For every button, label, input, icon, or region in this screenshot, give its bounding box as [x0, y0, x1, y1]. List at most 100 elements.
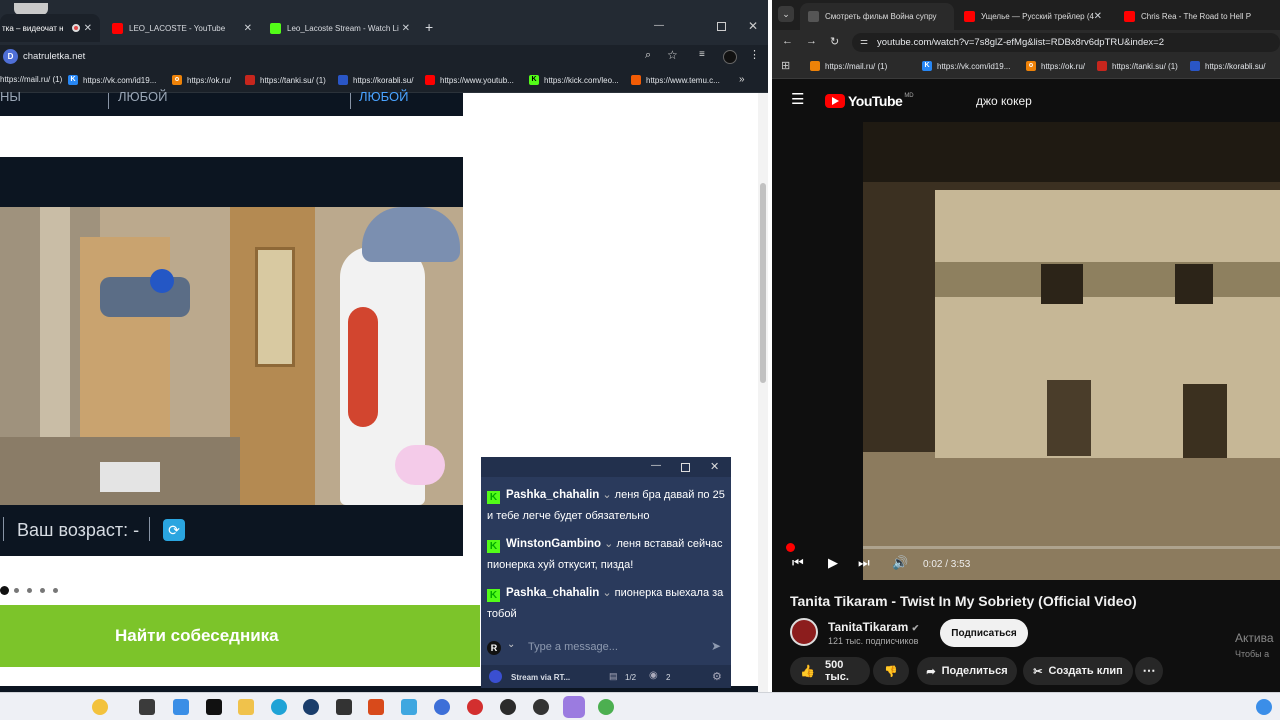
copilot-icon[interactable]	[173, 699, 189, 715]
bookmark-mail[interactable]: https://mail.ru/ (1)	[810, 61, 887, 71]
bookmark-korabli[interactable]: https://korabli.su/	[338, 75, 413, 85]
tab-leo-youtube[interactable]: LEO_LACOSTE - YouTube ✕	[108, 14, 260, 42]
chat-username[interactable]: WinstonGambino	[506, 538, 601, 550]
back-icon[interactable]: ←	[782, 35, 793, 47]
progress-track[interactable]	[863, 546, 1280, 549]
bookmark-ok[interactable]: o https://ok.ru/	[172, 75, 231, 85]
chrome-icon[interactable]	[533, 699, 549, 715]
chat-input[interactable]: Type a message...	[528, 641, 618, 653]
share-button[interactable]: ➦ Поделиться	[917, 657, 1017, 685]
layers-icon[interactable]: ▤	[609, 671, 618, 682]
app-icon[interactable]	[336, 699, 352, 715]
maximize-button[interactable]	[717, 22, 726, 31]
task-view-icon[interactable]	[139, 699, 155, 715]
chat-username[interactable]: Pashka_chahalin	[506, 489, 599, 501]
gear-icon[interactable]: ⚙	[712, 670, 722, 683]
tab-leo-kick[interactable]: Leo_Lacoste Stream - Watch Li ✕	[266, 14, 418, 42]
steam-icon[interactable]	[303, 699, 319, 715]
tab-search-button[interactable]: ⌄	[778, 6, 794, 22]
bookmark-youtube[interactable]: https://www.youtub...	[425, 75, 514, 85]
chat-username[interactable]: Pashka_chahalin	[506, 587, 599, 599]
chevron-down-icon[interactable]: ⌄	[604, 538, 613, 550]
progress-handle[interactable]	[786, 543, 795, 552]
filter-age[interactable]: ЛЮБОЙ	[118, 89, 168, 104]
platform-icon[interactable]: R	[487, 641, 501, 655]
minimize-button[interactable]: —	[651, 460, 661, 471]
terminal-icon[interactable]	[206, 699, 222, 715]
refresh-icon[interactable]: ⟳	[163, 519, 185, 541]
create-clip-button[interactable]: ✂ Создать клип	[1023, 657, 1133, 685]
scroll-thumb[interactable]	[760, 183, 766, 383]
previous-icon[interactable]: ⏮	[792, 555, 804, 571]
widgets-icon[interactable]	[92, 699, 108, 715]
find-partner-button[interactable]: Найти собеседника	[0, 605, 480, 667]
carousel-dot[interactable]	[27, 588, 32, 593]
subscribe-button[interactable]: Подписаться	[940, 619, 1028, 647]
app-icon[interactable]	[434, 699, 450, 715]
bookmark-tanki[interactable]: https://tanki.su/ (1)	[1097, 61, 1178, 71]
extension-icon[interactable]	[723, 50, 737, 64]
close-icon[interactable]: ✕	[84, 23, 92, 34]
tab-film[interactable]: Смотреть фильм Война супру	[800, 3, 954, 30]
more-actions-button[interactable]: ⋯	[1135, 657, 1163, 685]
discord-icon[interactable]	[563, 696, 585, 718]
close-window-button[interactable]: ✕	[748, 19, 758, 33]
chrome-icon[interactable]	[598, 699, 614, 715]
bookmark-mail[interactable]: https://mail.ru/ (1)	[0, 75, 62, 84]
reload-icon[interactable]: ↻	[830, 35, 839, 48]
search-input[interactable]: джо кокер	[976, 94, 1032, 108]
next-icon[interactable]: ⏭	[858, 555, 870, 571]
chevron-down-icon[interactable]: ⌄	[602, 587, 611, 599]
url-input[interactable]: youtube.com/watch?v=7s8glZ-efMg&list=RDB…	[877, 37, 1164, 48]
play-icon[interactable]: ▶	[828, 555, 838, 571]
new-tab-button[interactable]: +	[425, 19, 433, 35]
left-scrollbar[interactable]	[758, 93, 768, 692]
site-info-icon[interactable]: D	[3, 49, 18, 64]
close-button[interactable]: ✕	[710, 460, 719, 473]
star-icon[interactable]: ☆	[667, 48, 678, 62]
chevron-down-icon[interactable]: ⌄	[602, 489, 611, 501]
obs-icon[interactable]	[500, 699, 516, 715]
dislike-button[interactable]: 👎	[873, 657, 909, 685]
carousel-dot-active[interactable]	[0, 586, 9, 595]
apps-icon[interactable]: ⊞	[781, 59, 790, 72]
tab-trailer[interactable]: Ущелье — Русский трейлер (4 ✕	[960, 3, 1106, 30]
url-input[interactable]: chatruletka.net	[23, 51, 85, 62]
bookmark-korabli[interactable]: https://korabli.su/	[1190, 61, 1265, 71]
bookmark-ok[interactable]: o https://ok.ru/	[1026, 61, 1085, 71]
tab-chris-rea[interactable]: Chris Rea - The Road to Hell P	[1108, 3, 1280, 30]
onedrive-icon[interactable]	[1256, 699, 1272, 715]
filter-gender[interactable]: НЫ	[0, 89, 21, 104]
zoom-icon[interactable]: ⌕	[645, 49, 651, 62]
media-icon[interactable]: ≡	[699, 49, 705, 60]
channel-name[interactable]: TanitaTikaram ✔	[828, 620, 919, 634]
bookmark-kick[interactable]: Khttps://kick.com/leo...	[529, 75, 619, 85]
bookmark-vk[interactable]: Khttps://vk.com/id19...	[68, 75, 156, 85]
file-explorer-icon[interactable]	[238, 699, 254, 715]
volume-icon[interactable]: 🔊	[892, 555, 908, 571]
close-icon[interactable]: ✕	[402, 23, 410, 34]
site-settings-icon[interactable]: ⚌	[860, 36, 868, 47]
app-icon[interactable]	[467, 699, 483, 715]
chevron-down-icon[interactable]: ⌄	[507, 639, 515, 650]
tab-chatruletka[interactable]: тка – видеочат н ✕	[0, 14, 100, 42]
like-button[interactable]: 👍 500 тыс.	[790, 657, 870, 685]
maximize-button[interactable]	[681, 463, 690, 472]
channel-avatar[interactable]	[790, 618, 818, 646]
bookmark-temu[interactable]: https://www.temu.c...	[631, 75, 720, 85]
app-icon[interactable]	[368, 699, 384, 715]
hamburger-menu-icon[interactable]: ☰	[791, 90, 804, 108]
edge-icon[interactable]	[271, 699, 287, 715]
omnibox[interactable]: ⚌ youtube.com/watch?v=7s8glZ-efMg&list=R…	[852, 33, 1280, 52]
carousel-dot[interactable]	[14, 588, 19, 593]
video-player[interactable]	[863, 122, 1280, 580]
menu-icon[interactable]: ⋮	[749, 48, 760, 61]
bookmark-vk[interactable]: Khttps://vk.com/id19...	[922, 61, 1010, 71]
youtube-logo[interactable]: YouTube MD	[825, 93, 914, 109]
forward-icon[interactable]: →	[806, 35, 817, 47]
minimize-button[interactable]: —	[654, 20, 664, 31]
carousel-dot[interactable]	[53, 588, 58, 593]
bookmark-tanki[interactable]: https://tanki.su/ (1)	[245, 75, 326, 85]
close-icon[interactable]: ✕	[244, 23, 252, 34]
filter-country[interactable]: ЛЮБОЙ	[359, 89, 409, 104]
